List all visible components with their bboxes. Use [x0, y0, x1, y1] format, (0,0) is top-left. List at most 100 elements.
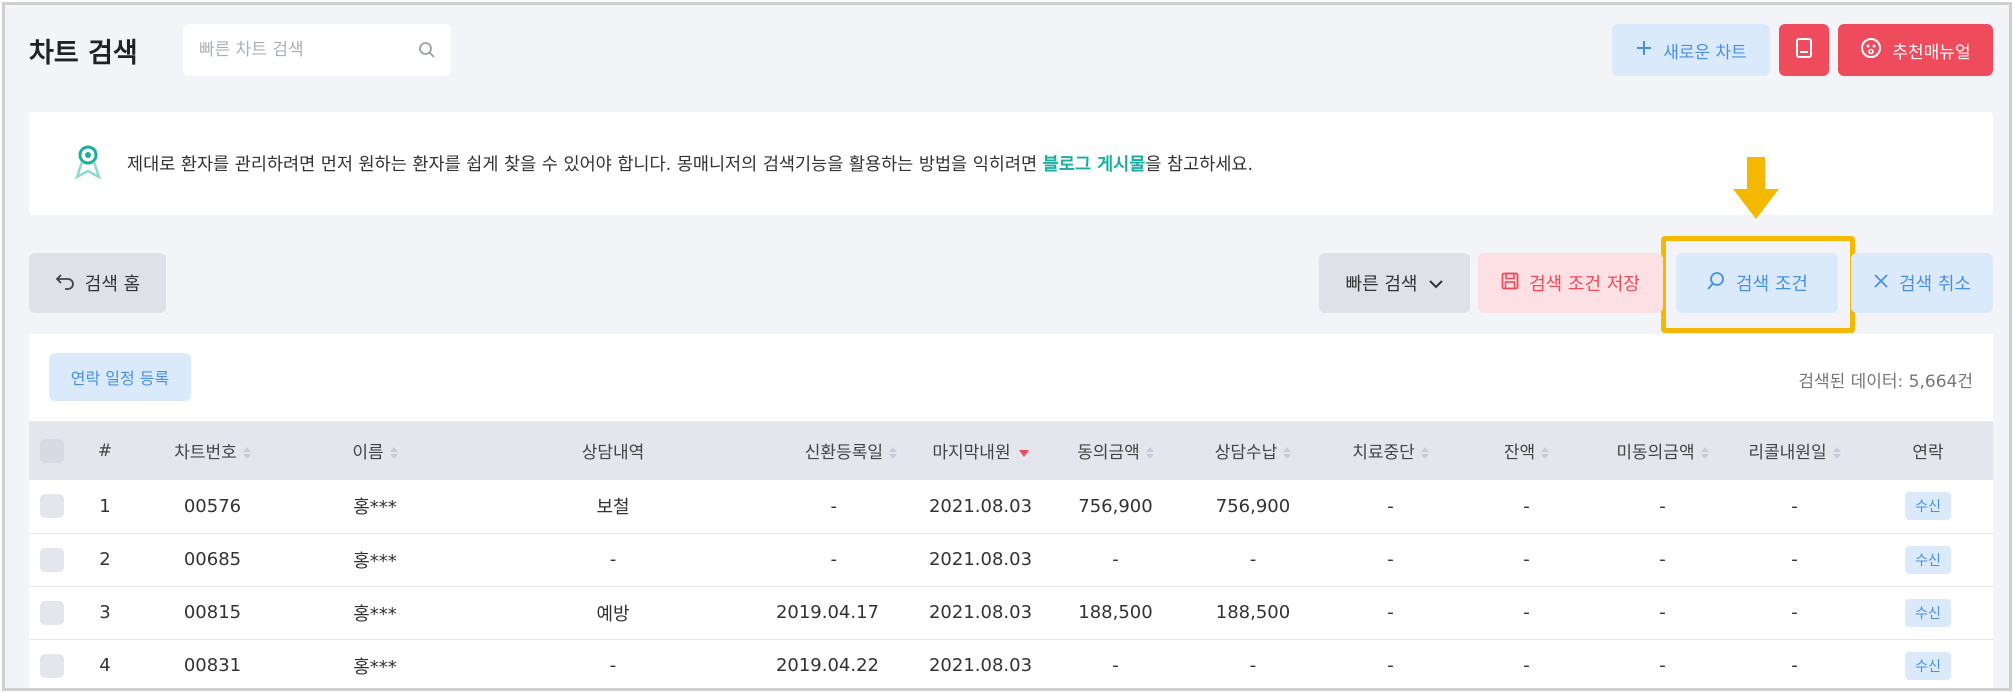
sort-icon[interactable]: [889, 447, 897, 459]
row-checkbox[interactable]: [29, 639, 75, 688]
row-index: 2: [75, 533, 135, 587]
sort-icon[interactable]: [1832, 447, 1841, 459]
chart-no-link[interactable]: 00576: [135, 480, 290, 534]
book-button[interactable]: [1779, 24, 1829, 76]
checkbox[interactable]: [40, 653, 64, 678]
row-checkbox[interactable]: [29, 586, 75, 640]
table-row[interactable]: 4 00831 홍*** - 2019.04.22 2021.08.03 - -…: [29, 639, 1993, 688]
results-table: # 차트번호 이름 상담내역 신환등록일 마지막내원 동의금액 상담수납 치료중…: [29, 421, 1993, 688]
contact-cell: 수신: [1863, 639, 1993, 688]
contact-schedule-button[interactable]: 연락 일정 등록: [49, 353, 191, 401]
col-reg-date-label: 신환등록일: [804, 443, 883, 463]
recommended-manual-label: 추천매뉴얼: [1892, 42, 1971, 63]
col-agreed-label: 동의금액: [1077, 443, 1140, 463]
col-name[interactable]: 이름: [290, 421, 460, 480]
balance: -: [1454, 480, 1599, 534]
save-search-condition-button[interactable]: 검색 조건 저장: [1478, 253, 1663, 313]
row-checkbox[interactable]: [29, 533, 75, 587]
search-cancel-button[interactable]: 검색 취소: [1851, 253, 1993, 313]
treatment-stopped: -: [1327, 533, 1454, 587]
chart-no-link[interactable]: 00831: [135, 639, 290, 688]
checkbox[interactable]: [40, 438, 64, 463]
table-row[interactable]: 2 00685 홍*** - - 2021.08.03 - - - - - - …: [29, 533, 1993, 587]
sort-icon[interactable]: [1283, 447, 1292, 459]
face-icon: [1860, 37, 1882, 64]
agreed-amount: 756,900: [1052, 480, 1179, 534]
search-home-button[interactable]: 검색 홈: [29, 253, 166, 313]
col-paid[interactable]: 상담수납: [1179, 421, 1327, 480]
balance: -: [1454, 639, 1599, 688]
table-row[interactable]: 3 00815 홍*** 예방 2019.04.17 2021.08.03 18…: [29, 586, 1993, 640]
reg-date: -: [766, 533, 909, 587]
col-consult: 상담내역: [460, 421, 766, 480]
paid-amount: 188,500: [1179, 586, 1327, 640]
row-index: 1: [75, 480, 135, 534]
col-agreed[interactable]: 동의금액: [1052, 421, 1179, 480]
checkbox[interactable]: [40, 494, 64, 519]
patient-name: 홍***: [290, 480, 460, 534]
select-all-checkbox[interactable]: [29, 421, 75, 480]
chart-no-link[interactable]: 00815: [135, 586, 290, 640]
last-visit: 2021.08.03: [909, 586, 1052, 640]
contact-badge[interactable]: 수신: [1905, 598, 1951, 627]
agreed-amount: 188,500: [1052, 586, 1179, 640]
checkbox[interactable]: [40, 600, 64, 625]
info-banner: 제대로 환자를 관리하려면 먼저 원하는 환자를 쉽게 찾을 수 있어야 합니다…: [29, 112, 1993, 215]
col-index: #: [75, 421, 135, 480]
quick-search-dropdown[interactable]: 빠른 검색: [1319, 253, 1470, 313]
sort-icon[interactable]: [1541, 447, 1550, 459]
floppy-icon: [1501, 272, 1519, 295]
col-chart-no[interactable]: 차트번호: [135, 421, 290, 480]
sort-icon[interactable]: [1420, 447, 1429, 459]
sort-icon[interactable]: [1700, 447, 1709, 459]
sort-desc-icon[interactable]: [1018, 449, 1029, 457]
chart-no-link[interactable]: 00685: [135, 533, 290, 587]
patient-name: 홍***: [290, 639, 460, 688]
col-unagreed[interactable]: 미동의금액: [1599, 421, 1726, 480]
treatment-stopped: -: [1327, 480, 1454, 534]
new-chart-button[interactable]: 새로운 차트: [1612, 24, 1770, 76]
row-checkbox[interactable]: [29, 480, 75, 534]
treatment-stopped: -: [1327, 586, 1454, 640]
unagreed-amount: -: [1599, 586, 1726, 640]
col-last-visit[interactable]: 마지막내원: [909, 421, 1052, 480]
blog-post-link[interactable]: 블로그 게시물: [1043, 155, 1146, 175]
col-recall[interactable]: 리콜내원일: [1726, 421, 1863, 480]
recall-date: -: [1726, 639, 1863, 688]
unagreed-amount: -: [1599, 639, 1726, 688]
col-reg-date[interactable]: 신환등록일: [766, 421, 909, 480]
contact-badge[interactable]: 수신: [1905, 545, 1951, 574]
col-balance[interactable]: 잔액: [1454, 421, 1599, 480]
treatment-stopped: -: [1327, 639, 1454, 688]
table-header-row: # 차트번호 이름 상담내역 신환등록일 마지막내원 동의금액 상담수납 치료중…: [29, 421, 1993, 480]
sort-icon[interactable]: [389, 447, 398, 459]
search-icon[interactable]: [418, 41, 436, 59]
table-row[interactable]: 1 00576 홍*** 보철 - 2021.08.03 756,900 756…: [29, 480, 1993, 534]
patient-name: 홍***: [290, 533, 460, 587]
recall-date: -: [1726, 480, 1863, 534]
sort-icon[interactable]: [1145, 447, 1154, 459]
col-last-visit-label: 마지막내원: [932, 443, 1011, 463]
app-window: 차트 검색 새로운 차트 추천매뉴얼 제대로 환자를 관리: [2, 2, 2012, 691]
sort-icon[interactable]: [242, 447, 251, 459]
consult-history: 예방: [460, 586, 766, 640]
plus-icon: [1635, 39, 1653, 62]
contact-badge[interactable]: 수신: [1905, 492, 1951, 521]
info-text-after: 을 참고하세요.: [1145, 155, 1254, 175]
recommended-manual-button[interactable]: 추천매뉴얼: [1838, 24, 1993, 76]
reg-date: -: [766, 480, 909, 534]
col-name-label: 이름: [352, 443, 384, 463]
contact-badge[interactable]: 수신: [1905, 651, 1951, 680]
paid-amount: -: [1179, 639, 1327, 688]
search-icon: [1706, 271, 1726, 296]
col-recall-label: 리콜내원일: [1748, 443, 1827, 463]
col-stopped[interactable]: 치료중단: [1327, 421, 1454, 480]
quick-chart-search-input[interactable]: [199, 40, 418, 60]
col-paid-label: 상담수납: [1214, 443, 1278, 463]
arrow-down-icon: [1733, 157, 1779, 223]
search-cancel-label: 검색 취소: [1899, 274, 1971, 295]
quick-chart-search[interactable]: [183, 24, 451, 76]
search-condition-button[interactable]: 검색 조건: [1676, 253, 1838, 313]
unagreed-amount: -: [1599, 480, 1726, 534]
checkbox[interactable]: [40, 547, 64, 572]
